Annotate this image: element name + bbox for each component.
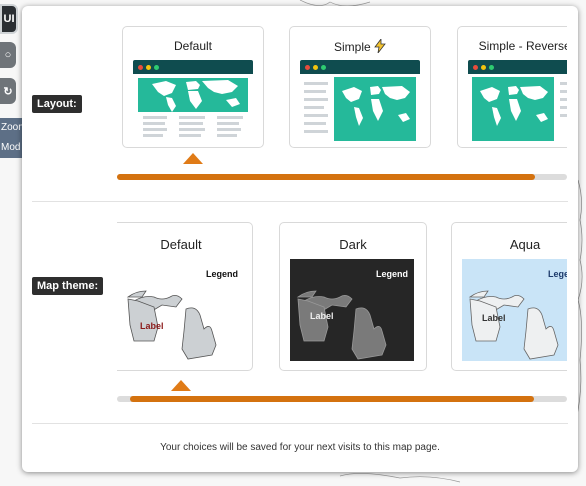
layout-row-label: Layout: <box>32 95 82 113</box>
theme-option-aqua[interactable]: Aqua Legend Label <box>451 222 567 371</box>
theme-option-title: Default <box>160 237 202 252</box>
theme-scrollbar-thumb[interactable] <box>130 396 534 402</box>
michigan-map-icon <box>296 290 387 360</box>
layout-default-thumbnail <box>133 60 253 144</box>
theme-label-text: Label <box>310 311 334 321</box>
layout-option-default[interactable]: Default <box>122 26 264 148</box>
theme-dark-thumbnail: Legend Label <box>290 259 414 361</box>
layout-simple-thumbnail <box>300 60 420 144</box>
theme-default-thumbnail: Legend Label <box>120 259 244 361</box>
refresh-button[interactable]: ↻ <box>0 78 16 104</box>
locate-button[interactable]: ○ <box>0 42 16 68</box>
layout-option-simple[interactable]: Simple <box>289 26 431 148</box>
ui-label: UI <box>3 13 15 25</box>
michigan-map-icon <box>468 290 559 360</box>
theme-option-title: Dark <box>339 237 367 252</box>
footer-divider <box>32 423 568 424</box>
theme-option-default[interactable]: Default Legend Label <box>117 222 253 371</box>
layout-scrollbar-thumb[interactable] <box>117 174 535 180</box>
theme-aqua-thumbnail: Legend Label <box>462 259 567 361</box>
theme-option-dark[interactable]: Dark Legend Label <box>279 222 427 371</box>
theme-options-scroller[interactable]: Default Legend Label Dark Legend Label A… <box>117 222 567 392</box>
layout-option-title: Simple <box>333 40 371 54</box>
footer-note: Your choices will be saved for your next… <box>160 442 440 453</box>
refresh-icon: ↻ <box>3 85 13 98</box>
ui-button[interactable]: UI <box>0 4 18 34</box>
layout-option-simple-reversed[interactable]: Simple - Reversed <box>457 26 567 148</box>
layout-simple-reversed-thumbnail <box>468 60 567 144</box>
michigan-map-icon <box>126 290 217 360</box>
layout-selected-indicator <box>183 153 203 164</box>
layout-theme-dialog: Layout: Default Simple Simple - Revers M… <box>22 6 578 472</box>
circle-icon: ○ <box>4 49 12 61</box>
theme-label-text: Label <box>482 313 506 323</box>
layout-option-title-row: Simple <box>290 37 430 54</box>
lightning-icon <box>374 37 386 54</box>
section-divider <box>32 201 568 202</box>
theme-row-label: Map theme: <box>32 277 104 295</box>
layout-option-title: Simple - Reversed <box>478 39 567 53</box>
layout-options-scroller[interactable]: Default Simple Simple - Revers <box>117 26 567 176</box>
theme-label-text: Label <box>140 321 164 331</box>
theme-selected-indicator <box>171 380 191 391</box>
theme-option-title: Aqua <box>509 237 541 252</box>
layout-option-title: Default <box>173 39 213 53</box>
